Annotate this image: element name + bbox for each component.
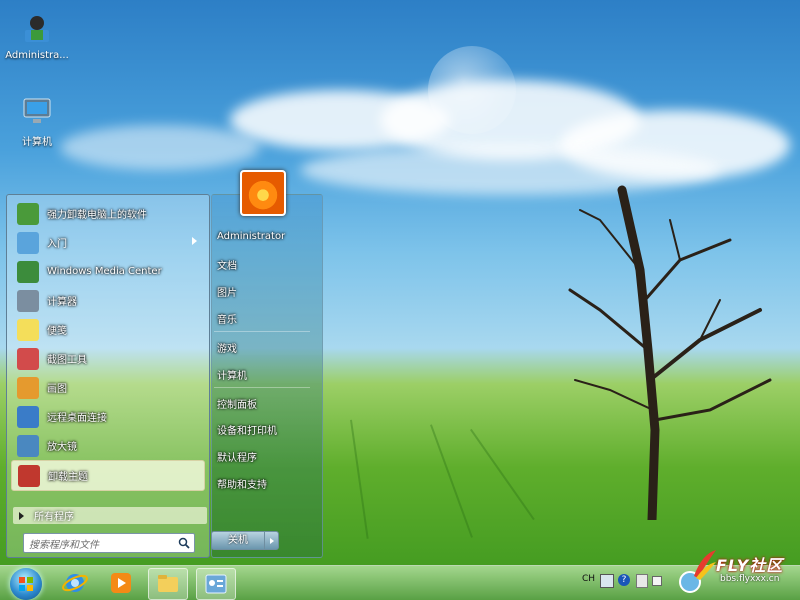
magnifier-icon <box>17 434 39 457</box>
program-item[interactable]: 放大镜 <box>11 431 205 460</box>
program-label: 计算器 <box>47 297 77 308</box>
watermark: FLY社区 bbs.flyxxx.cn <box>676 540 798 598</box>
keyboard-icon[interactable] <box>600 574 614 588</box>
program-item[interactable]: 画图 <box>11 373 205 402</box>
triangle-right-icon <box>269 537 274 544</box>
start-button[interactable] <box>10 568 42 600</box>
shutdown-label: 关机 <box>212 532 265 549</box>
windows-logo-icon <box>19 577 33 591</box>
language-indicator[interactable]: CH <box>582 574 595 584</box>
start-link-devices-printers[interactable]: 设备和打印机 <box>217 422 277 437</box>
program-label: 便笺 <box>47 326 67 337</box>
program-item[interactable]: 计算器 <box>11 286 205 315</box>
taskbar-ie-button[interactable] <box>56 568 94 598</box>
getting-started-icon <box>17 231 39 254</box>
search-input[interactable]: 搜索程序和文件 <box>23 533 195 553</box>
shutdown-options-button[interactable] <box>265 532 278 549</box>
program-label: 卸载主题 <box>48 472 88 483</box>
separator <box>214 331 310 332</box>
start-link-user[interactable]: Administrator <box>217 231 285 242</box>
taskbar-control-panel-button[interactable] <box>196 568 236 600</box>
sticky-notes-icon <box>17 318 39 341</box>
media-center-icon <box>17 260 39 283</box>
program-label: 远程桌面连接 <box>47 413 107 424</box>
remote-desktop-icon <box>17 405 39 428</box>
program-label: 强力卸载电脑上的软件 <box>47 210 147 221</box>
desktop-icon-computer[interactable]: 计算机 <box>2 95 72 148</box>
start-link-documents[interactable]: 文档 <box>217 257 237 272</box>
uninstall-theme-icon <box>18 464 40 487</box>
search-icon[interactable] <box>178 537 190 549</box>
desktop-icon-user[interactable]: Administra... <box>2 12 72 61</box>
separator <box>214 387 310 388</box>
program-item[interactable]: 便笺 <box>11 315 205 344</box>
start-link-help-support[interactable]: 帮助和支持 <box>217 476 267 491</box>
program-item[interactable]: 强力卸载电脑上的软件 <box>11 199 205 228</box>
user-avatar[interactable] <box>240 170 286 216</box>
program-item[interactable]: Windows Media Center <box>11 257 205 286</box>
tree-decoration <box>568 185 772 520</box>
start-link-default-programs[interactable]: 默认程序 <box>217 449 257 464</box>
snipping-tool-icon <box>17 347 39 370</box>
taskbar-media-player-button[interactable] <box>102 568 140 598</box>
program-label: 截图工具 <box>47 355 87 366</box>
watermark-logo-icon <box>679 550 716 593</box>
computer-icon <box>23 98 51 123</box>
start-link-music[interactable]: 音乐 <box>217 311 237 326</box>
submenu-arrow-icon <box>192 237 197 245</box>
action-center-icon[interactable] <box>652 576 662 586</box>
calculator-icon <box>17 289 39 312</box>
taskbar-explorer-button[interactable] <box>148 568 188 600</box>
program-item[interactable]: 远程桌面连接 <box>11 402 205 431</box>
field-furrow <box>350 419 369 539</box>
watermark-brand: FLY社区 <box>716 556 784 575</box>
all-programs-label: 所有程序 <box>34 512 74 523</box>
user-folder-icon <box>25 16 49 42</box>
search-placeholder: 搜索程序和文件 <box>29 539 99 551</box>
media-player-icon <box>111 573 131 593</box>
control-panel-icon <box>205 574 227 594</box>
cloud-decoration <box>60 125 260 170</box>
ie-icon <box>62 574 88 592</box>
start-link-control-panel[interactable]: 控制面板 <box>217 396 257 411</box>
help-icon[interactable]: ? <box>618 574 630 586</box>
uninstaller-icon <box>17 202 39 225</box>
triangle-right-icon <box>19 511 24 520</box>
start-link-games[interactable]: 游戏 <box>217 340 237 355</box>
program-item[interactable]: 入门 <box>11 228 205 257</box>
network-icon[interactable] <box>636 574 648 588</box>
shutdown-button[interactable]: 关机 <box>211 531 279 550</box>
field-furrow <box>430 424 473 538</box>
program-item[interactable]: 截图工具 <box>11 344 205 373</box>
start-link-pictures[interactable]: 图片 <box>217 284 237 299</box>
program-list: 强力卸载电脑上的软件 入门 Windows Media Center 计算器便笺截图工… <box>11 199 205 503</box>
desktop-icon-label: 计算机 <box>22 137 52 148</box>
desktop: Administra... 计算机 强力卸载电脑上的软件 入门 Windows Me… <box>0 0 800 600</box>
program-label: 画图 <box>47 384 67 395</box>
start-link-computer[interactable]: 计算机 <box>217 367 247 382</box>
field-furrow <box>470 428 535 521</box>
desktop-icon-label: Administra... <box>5 50 69 61</box>
start-menu: 强力卸载电脑上的软件 入门 Windows Media Center 计算器便笺截图工… <box>6 190 324 562</box>
program-label: 入门 <box>47 239 67 250</box>
program-label: 放大镜 <box>47 442 77 453</box>
program-item[interactable]: 卸载主题 <box>11 460 205 491</box>
paint-icon <box>17 376 39 399</box>
start-menu-programs-pane: 强力卸载电脑上的软件 入门 Windows Media Center 计算器便笺截图工… <box>6 194 210 558</box>
watermark-url: bbs.flyxxx.cn <box>720 574 780 584</box>
all-programs-button[interactable]: 所有程序 <box>13 507 207 524</box>
program-label: Windows Media Center <box>47 266 162 277</box>
explorer-icon <box>158 575 178 592</box>
